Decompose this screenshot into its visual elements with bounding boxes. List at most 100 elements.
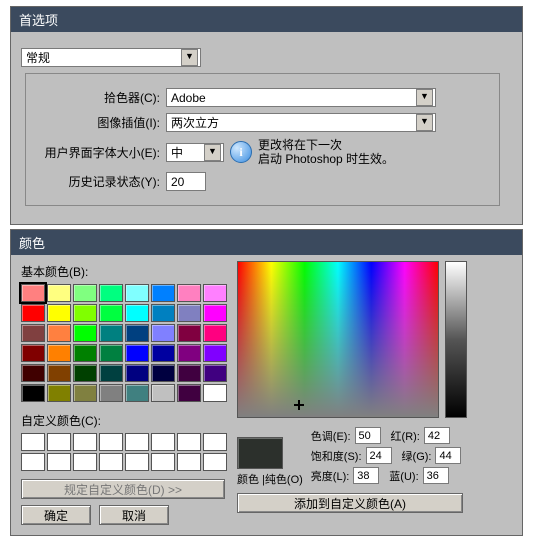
basic-swatch[interactable] [21, 304, 45, 322]
basic-swatch[interactable] [99, 384, 123, 402]
info-text-2: 启动 Photoshop 时生效。 [258, 152, 394, 166]
custom-swatch[interactable] [99, 433, 123, 451]
fontsize-label: 用户界面字体大小(E): [32, 144, 166, 161]
custom-swatch[interactable] [47, 453, 71, 471]
prefs-fieldset: 拾色器(C): Adobe ▼ 图像插值(I): 两次立方 ▼ 用户界面字体大小… [25, 73, 500, 206]
color-solid-label: 颜色 |纯色(O) [237, 471, 303, 487]
basic-swatch[interactable] [99, 344, 123, 362]
basic-swatch[interactable] [151, 284, 175, 302]
basic-swatch[interactable] [99, 324, 123, 342]
basic-colors-label: 基本颜色(B): [21, 263, 227, 280]
basic-swatch[interactable] [47, 384, 71, 402]
sat-input[interactable]: 24 [366, 447, 392, 464]
basic-swatch[interactable] [125, 384, 149, 402]
add-to-custom-button[interactable]: 添加到自定义颜色(A) [237, 493, 463, 513]
define-custom-color-button[interactable]: 规定自定义颜色(D) >> [21, 479, 225, 499]
custom-colors-grid [21, 433, 227, 471]
basic-swatch[interactable] [177, 344, 201, 362]
basic-swatch[interactable] [177, 384, 201, 402]
basic-swatch[interactable] [151, 304, 175, 322]
custom-swatch[interactable] [73, 453, 97, 471]
cancel-button[interactable]: 取消 [99, 505, 169, 525]
basic-swatch[interactable] [73, 384, 97, 402]
define-custom-label: 规定自定义颜色(D) >> [64, 481, 182, 498]
green-input[interactable]: 44 [435, 447, 461, 464]
basic-swatch[interactable] [73, 324, 97, 342]
custom-swatch[interactable] [177, 453, 201, 471]
basic-swatch[interactable] [203, 304, 227, 322]
category-dropdown[interactable]: 常规 ▼ [21, 48, 201, 67]
basic-swatch[interactable] [177, 284, 201, 302]
colors-title: 颜色 [19, 236, 45, 251]
basic-swatch[interactable] [151, 344, 175, 362]
basic-swatch[interactable] [151, 324, 175, 342]
basic-swatch[interactable] [21, 324, 45, 342]
basic-swatch[interactable] [151, 384, 175, 402]
basic-swatch[interactable] [21, 344, 45, 362]
image-interp-dropdown[interactable]: 两次立方 ▼ [166, 113, 436, 132]
basic-swatch[interactable] [73, 284, 97, 302]
basic-swatch[interactable] [47, 324, 71, 342]
custom-swatch[interactable] [21, 453, 45, 471]
basic-swatch[interactable] [203, 384, 227, 402]
blue-input[interactable]: 36 [423, 467, 449, 484]
basic-swatch[interactable] [47, 304, 71, 322]
basic-swatch[interactable] [73, 364, 97, 382]
basic-swatch[interactable] [21, 284, 45, 302]
basic-swatch[interactable] [73, 344, 97, 362]
basic-swatch[interactable] [125, 324, 149, 342]
blue-label: 蓝(U): [389, 468, 418, 484]
basic-swatch[interactable] [125, 344, 149, 362]
custom-swatch[interactable] [73, 433, 97, 451]
preferences-titlebar: 首选项 [11, 7, 522, 32]
basic-swatch[interactable] [47, 284, 71, 302]
custom-swatch[interactable] [203, 433, 227, 451]
custom-swatch[interactable] [47, 433, 71, 451]
custom-swatch[interactable] [125, 453, 149, 471]
history-states-input[interactable]: 20 [166, 172, 206, 191]
chevron-down-icon: ▼ [416, 89, 433, 106]
basic-swatch[interactable] [203, 364, 227, 382]
custom-swatch[interactable] [177, 433, 201, 451]
ui-fontsize-dropdown[interactable]: 中 ▼ [166, 143, 224, 162]
basic-swatch[interactable] [151, 364, 175, 382]
basic-swatch[interactable] [99, 364, 123, 382]
basic-swatch[interactable] [47, 364, 71, 382]
basic-swatch[interactable] [203, 284, 227, 302]
color-preview-swatch [237, 437, 283, 469]
basic-swatch[interactable] [177, 364, 201, 382]
preferences-panel: 首选项 常规 ▼ 拾色器(C): Adobe ▼ 图像插值(I): 两次立方 ▼ [10, 6, 523, 225]
custom-swatch[interactable] [125, 433, 149, 451]
basic-swatch[interactable] [73, 304, 97, 322]
basic-swatch[interactable] [21, 384, 45, 402]
basic-swatch[interactable] [203, 344, 227, 362]
custom-swatch[interactable] [21, 433, 45, 451]
basic-swatch[interactable] [125, 304, 149, 322]
custom-swatch[interactable] [151, 433, 175, 451]
chevron-down-icon: ▼ [204, 144, 221, 161]
luminance-slider[interactable] [445, 261, 467, 418]
basic-swatch[interactable] [21, 364, 45, 382]
color-picker-dropdown[interactable]: Adobe ▼ [166, 88, 436, 107]
hue-sat-picker[interactable] [237, 261, 439, 418]
custom-swatch[interactable] [99, 453, 123, 471]
basic-swatch[interactable] [99, 284, 123, 302]
lum-input[interactable]: 38 [353, 467, 379, 484]
basic-swatch[interactable] [47, 344, 71, 362]
red-label: 红(R): [391, 428, 420, 444]
basic-swatch[interactable] [99, 304, 123, 322]
basic-swatch[interactable] [125, 284, 149, 302]
interp-value: 两次立方 [171, 114, 219, 131]
history-label: 历史记录状态(Y): [32, 173, 166, 190]
basic-swatch[interactable] [125, 364, 149, 382]
preferences-title: 首选项 [19, 13, 58, 28]
hue-input[interactable]: 50 [355, 427, 381, 444]
fontsize-value: 中 [171, 144, 183, 161]
ok-button[interactable]: 确定 [21, 505, 91, 525]
basic-swatch[interactable] [177, 304, 201, 322]
basic-swatch[interactable] [177, 324, 201, 342]
basic-swatch[interactable] [203, 324, 227, 342]
custom-swatch[interactable] [151, 453, 175, 471]
custom-swatch[interactable] [203, 453, 227, 471]
red-input[interactable]: 42 [424, 427, 450, 444]
